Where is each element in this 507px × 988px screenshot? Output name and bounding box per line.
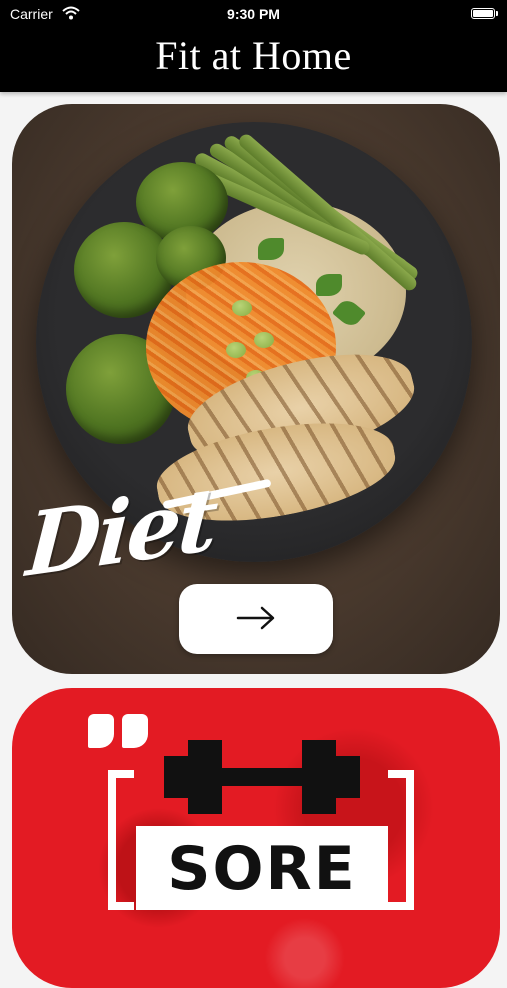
clock: 9:30 PM bbox=[227, 6, 280, 22]
diet-card[interactable]: Diet bbox=[12, 104, 500, 674]
bracket-right bbox=[388, 770, 414, 910]
edamame-image bbox=[254, 332, 274, 348]
arrow-right-icon bbox=[236, 605, 276, 634]
herb-image bbox=[258, 238, 284, 260]
sore-label: SORE bbox=[167, 834, 357, 904]
battery-icon bbox=[471, 8, 498, 19]
page-title: Fit at Home bbox=[155, 33, 352, 78]
herb-image bbox=[316, 274, 342, 296]
bracket-left bbox=[108, 770, 134, 910]
nav-bar: Fit at Home bbox=[0, 28, 507, 92]
quote-icon bbox=[88, 714, 148, 748]
diet-go-button[interactable] bbox=[179, 584, 333, 654]
sore-card[interactable]: SORE bbox=[12, 688, 500, 988]
edamame-image bbox=[232, 300, 252, 316]
edamame-image bbox=[226, 342, 246, 358]
status-bar: Carrier 9:30 PM bbox=[0, 0, 507, 28]
diet-label: Diet bbox=[23, 467, 219, 598]
dumbbell-icon bbox=[164, 734, 360, 825]
